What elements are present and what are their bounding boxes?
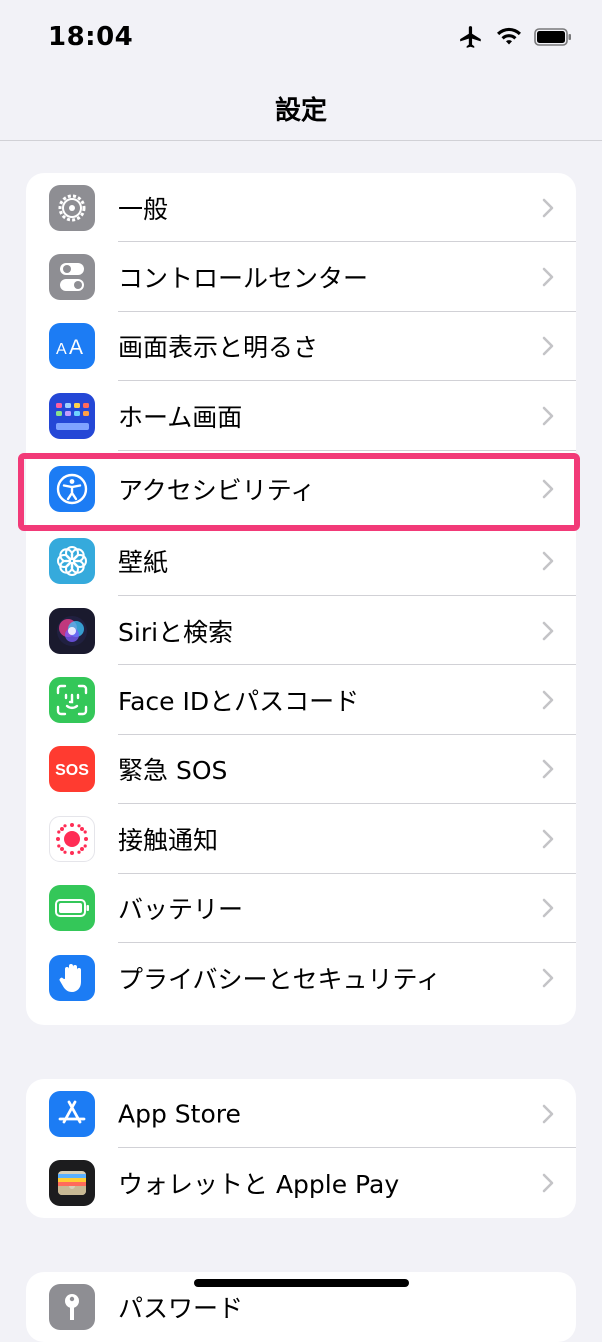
nav-header: 設定: [0, 80, 602, 141]
siri-icon: [49, 607, 95, 654]
battery-icon: [49, 885, 95, 932]
app-store-icon: [49, 1090, 95, 1137]
accessibility-icon: [49, 465, 95, 512]
settings-row-face-id[interactable]: Face IDとパスコード: [26, 665, 576, 735]
exposure-icon: [49, 815, 95, 862]
chevron-right-icon: [542, 621, 554, 640]
key-icon: [49, 1283, 95, 1330]
svg-text:A: A: [69, 336, 83, 359]
page-title: 設定: [274, 96, 327, 126]
chevron-right-icon: [542, 551, 554, 571]
chevron-right-icon: [542, 898, 554, 918]
chevron-right-icon: [542, 829, 554, 849]
settings-row-label: 一般: [118, 194, 169, 224]
settings-row-label: アクセシビリティ: [118, 475, 316, 505]
settings-row-wallet[interactable]: ウォレットと Apple Pay: [26, 1148, 576, 1217]
settings-row-app-store[interactable]: App Store: [26, 1079, 576, 1149]
chevron-right-icon: [542, 198, 554, 217]
settings-group-main: 一般 コントロールセンター AA 画面表示と明るさ ホーム画面 アクセシビリティ: [26, 173, 576, 1025]
gear-icon: [49, 184, 95, 231]
settings-row-label: 画面表示と明るさ: [118, 333, 319, 363]
sos-icon: SOS: [49, 746, 95, 793]
settings-row-label: 接触通知: [118, 825, 219, 855]
flower-icon: [49, 538, 95, 585]
settings-row-label: パスワード: [118, 1293, 244, 1323]
settings-row-control-center[interactable]: コントロールセンター: [26, 242, 576, 312]
settings-group-store: App Store ウォレットと Apple Pay: [26, 1079, 576, 1218]
wallet-icon: [49, 1160, 95, 1207]
text-size-icon: AA: [49, 323, 95, 370]
status-bar: 18:04: [0, 0, 602, 80]
settings-row-emergency-sos[interactable]: SOS 緊急 SOS: [26, 735, 576, 805]
svg-text:SOS: SOS: [55, 762, 89, 779]
settings-row-siri[interactable]: Siriと検索: [26, 596, 576, 666]
chevron-right-icon: [542, 1104, 554, 1123]
toggles-icon: [49, 254, 95, 301]
chevron-right-icon: [542, 1173, 554, 1193]
svg-text:A: A: [56, 341, 67, 358]
settings-row-home-screen[interactable]: ホーム画面: [26, 381, 576, 451]
settings-row-display[interactable]: AA 画面表示と明るさ: [26, 312, 576, 382]
status-time: 18:04: [48, 22, 134, 52]
settings-row-exposure-notification[interactable]: 接触通知: [26, 804, 576, 874]
hand-icon: [49, 954, 95, 1001]
home-grid-icon: [49, 392, 95, 439]
chevron-right-icon: [542, 479, 554, 498]
settings-row-label: バッテリー: [118, 895, 244, 925]
chevron-right-icon: [542, 337, 554, 356]
face-id-icon: [49, 677, 95, 724]
settings-row-label: 壁紙: [118, 548, 169, 578]
settings-row-label: App Store: [118, 1099, 241, 1129]
settings-row-label: プライバシーとセキュリティ: [118, 964, 442, 994]
chevron-right-icon: [542, 760, 554, 779]
settings-row-accessibility[interactable]: アクセシビリティ: [26, 451, 576, 527]
settings-row-general[interactable]: 一般: [26, 173, 576, 243]
chevron-right-icon: [542, 968, 554, 987]
wifi-icon: [497, 27, 521, 45]
home-indicator[interactable]: [194, 1279, 409, 1287]
settings-row-battery[interactable]: バッテリー: [26, 874, 576, 943]
settings-row-label: Face IDとパスコード: [118, 687, 360, 717]
settings-row-label: Siriと検索: [118, 617, 234, 647]
settings-row-privacy[interactable]: プライバシーとセキュリティ: [26, 943, 576, 1012]
battery-status-icon: [534, 28, 571, 46]
chevron-right-icon: [542, 267, 554, 287]
settings-row-label: コントロールセンター: [118, 264, 369, 294]
settings-row-label: ホーム画面: [118, 402, 243, 432]
settings-row-label: ウォレットと Apple Pay: [118, 1170, 400, 1200]
status-icons: [458, 24, 572, 50]
chevron-right-icon: [542, 406, 554, 426]
settings-row-label: 緊急 SOS: [118, 756, 228, 786]
settings-row-wallpaper[interactable]: 壁紙: [26, 527, 576, 596]
chevron-right-icon: [542, 690, 554, 710]
airplane-icon: [460, 26, 481, 48]
